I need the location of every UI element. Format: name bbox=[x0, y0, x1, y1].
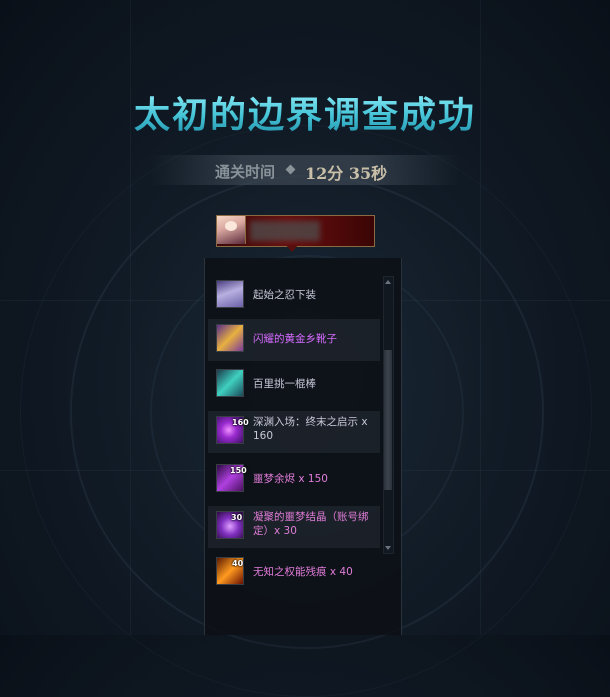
reward-item-name: 无知之权能残痕 x 40 bbox=[253, 566, 353, 578]
boots-icon bbox=[216, 324, 244, 352]
abyss-ticket-icon: 160 bbox=[216, 416, 249, 444]
reward-item[interactable]: 150 噩梦余烬 x 150 bbox=[208, 459, 380, 501]
clear-time-label: 通关时间 bbox=[215, 163, 276, 181]
reward-item-name: 百里挑一棍棒 bbox=[253, 378, 316, 390]
item-count-badge: 30 bbox=[231, 513, 243, 522]
trace-icon: 40 bbox=[216, 557, 244, 585]
reward-item[interactable]: 闪耀的黄金乡靴子 bbox=[208, 319, 380, 361]
item-count-badge: 160 bbox=[232, 418, 249, 427]
reward-item[interactable]: 40 无知之权能残痕 x 40 bbox=[208, 552, 380, 594]
reward-item-name: 闪耀的黄金乡靴子 bbox=[253, 333, 337, 345]
reward-item[interactable]: 起始之忍下装 bbox=[208, 275, 380, 317]
scroll-down-arrow-icon[interactable] bbox=[385, 546, 391, 550]
reward-item-name: 起始之忍下装 bbox=[253, 289, 316, 301]
player-name-redacted bbox=[250, 221, 320, 241]
reward-item-name: 凝聚的噩梦结晶（账号绑定）x 30 bbox=[253, 511, 369, 537]
reward-item-name: 噩梦余烬 x 150 bbox=[253, 473, 328, 485]
result-title: 太初的边界调查成功 bbox=[0, 86, 610, 138]
staff-icon bbox=[216, 369, 244, 397]
reward-item[interactable]: 160 深渊入场：终末之启示 x 160 bbox=[208, 411, 380, 453]
reward-item[interactable]: 30 凝聚的噩梦结晶（账号绑定）x 30 bbox=[208, 506, 380, 548]
item-count-badge: 40 bbox=[232, 559, 244, 568]
scrollbar-thumb[interactable] bbox=[384, 350, 392, 490]
clear-time-value: 12分 35秒 bbox=[305, 164, 388, 183]
scroll-up-arrow-icon[interactable] bbox=[385, 280, 391, 284]
ember-icon: 150 bbox=[216, 464, 247, 492]
character-portrait-icon bbox=[217, 216, 246, 244]
pants-icon bbox=[216, 280, 244, 308]
item-count-badge: 150 bbox=[230, 466, 247, 475]
crystal-icon: 30 bbox=[216, 511, 244, 539]
reward-item[interactable]: 百里挑一棍棒 bbox=[208, 364, 380, 406]
reward-item-name: 深渊入场：终末之启示 x 160 bbox=[253, 416, 368, 442]
player-pointer-icon bbox=[286, 245, 298, 252]
